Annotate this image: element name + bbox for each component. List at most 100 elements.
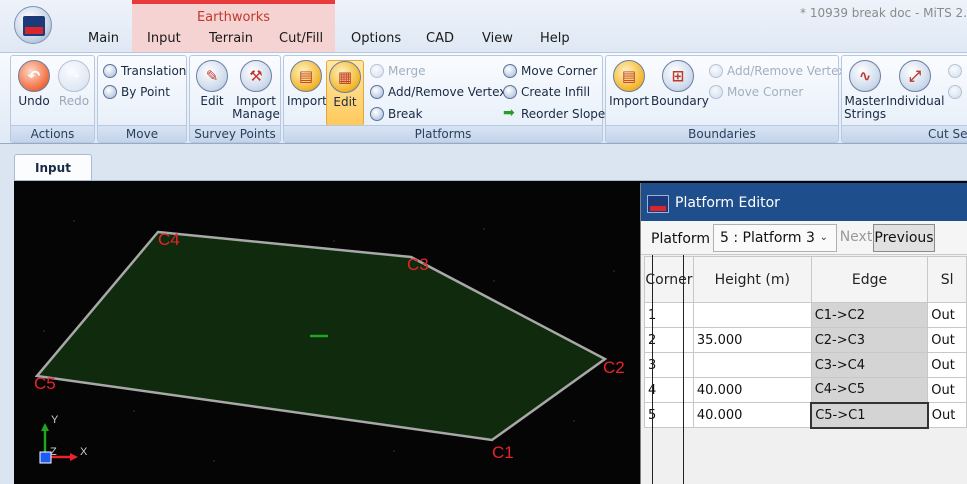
edge-cell[interactable]: C3->C4 bbox=[810, 352, 929, 378]
create-infill-button[interactable]: Create Infill bbox=[501, 83, 590, 101]
boundary-move-corner-icon bbox=[709, 85, 723, 99]
merge-button[interactable]: Merge bbox=[368, 62, 425, 80]
reorder-slope-label: Reorder Slope bbox=[521, 107, 606, 121]
platform-edit-icon: ▦ bbox=[329, 61, 361, 93]
axis-label-x: X bbox=[80, 446, 88, 458]
platform-editor-title-bar[interactable]: Platform Editor bbox=[641, 183, 967, 221]
break-icon bbox=[370, 107, 384, 121]
slope-cell[interactable]: Out bbox=[927, 352, 967, 378]
master-strings-label-1: Master bbox=[844, 94, 886, 108]
group-survey-points: ✎ Edit ⚒ Import Manage Survey Points bbox=[189, 55, 281, 143]
height-cell[interactable] bbox=[692, 352, 812, 378]
boundary-import-button[interactable]: ▤ Import bbox=[608, 60, 650, 108]
height-cell[interactable]: 35.000 bbox=[692, 327, 812, 353]
platform-move-corner-label: Move Corner bbox=[521, 64, 598, 78]
table-row: 2 35.000 C2->C3 Out bbox=[644, 327, 967, 353]
break-label: Break bbox=[388, 107, 423, 121]
tab-input[interactable]: Input bbox=[147, 31, 181, 46]
platform-move-corner-button[interactable]: Move Corner bbox=[501, 62, 597, 80]
platform-editor-window: Platform Editor Platform 5 : Platform 3 … bbox=[640, 183, 967, 484]
boundary-add-remove-vertex-label: Add/Remove Vertex bbox=[727, 64, 846, 78]
axis-label-z: Z bbox=[50, 446, 57, 458]
tab-cut-fill[interactable]: Cut/Fill bbox=[279, 31, 323, 46]
boundary-button[interactable]: ⊞ Boundary bbox=[651, 60, 709, 108]
corner-label-c4: C4 bbox=[158, 230, 180, 249]
tab-cad[interactable]: CAD bbox=[426, 31, 454, 46]
edge-cell[interactable]: C1->C2 bbox=[810, 302, 929, 328]
undo-button[interactable]: ↶ Undo bbox=[15, 60, 53, 108]
group-actions: ↶ Undo ↷ Redo Actions bbox=[10, 55, 95, 143]
survey-edit-icon: ✎ bbox=[196, 60, 228, 92]
platform-editor-app-icon bbox=[647, 195, 669, 213]
edge-cell[interactable]: C2->C3 bbox=[810, 327, 929, 353]
survey-edit-label: Edit bbox=[200, 94, 224, 108]
by-point-button[interactable]: By Point bbox=[101, 83, 170, 101]
add-remove-vertex-icon bbox=[370, 85, 384, 99]
previous-button[interactable]: Previous bbox=[873, 224, 935, 252]
table-row: 4 40.000 C4->C5 Out bbox=[644, 377, 967, 403]
platform-import-button[interactable]: ▤ Import bbox=[287, 60, 327, 108]
boundary-icon: ⊞ bbox=[662, 60, 694, 92]
create-infill-label: Create Infill bbox=[521, 85, 591, 99]
slope-cell[interactable]: Out bbox=[927, 402, 967, 428]
import-manage-label-2: Manage bbox=[232, 107, 280, 121]
group-boundaries: ▤ Import ⊞ Boundary Add/Remove Vertex Mo… bbox=[605, 55, 845, 143]
document-tab-input[interactable]: Input bbox=[14, 154, 92, 180]
column-header-edge[interactable]: Edge bbox=[810, 256, 929, 303]
mits-logo-stripe bbox=[25, 27, 43, 34]
slope-cell[interactable]: Out bbox=[927, 327, 967, 353]
height-cell[interactable]: 40.000 bbox=[692, 402, 812, 428]
boundary-move-corner-label: Move Corner bbox=[727, 85, 804, 99]
master-strings-button[interactable]: ∿ Master Strings bbox=[844, 60, 886, 121]
by-point-label: By Point bbox=[121, 85, 170, 99]
boundary-move-corner-button[interactable]: Move Corner bbox=[707, 83, 803, 101]
edge-cell-selected[interactable]: C5->C1 bbox=[810, 401, 929, 429]
height-cell[interactable]: 40.000 bbox=[692, 377, 812, 403]
tab-main[interactable]: Main bbox=[88, 31, 119, 46]
break-button[interactable]: Break bbox=[368, 105, 423, 123]
next-button[interactable]: Next bbox=[839, 224, 873, 252]
tab-help[interactable]: Help bbox=[540, 31, 570, 46]
slope-cell[interactable]: Out bbox=[927, 377, 967, 403]
platform-edit-label: Edit bbox=[333, 95, 357, 109]
slope-cell[interactable]: Out bbox=[927, 302, 967, 328]
merge-icon bbox=[370, 64, 384, 78]
axis-label-y: Y bbox=[51, 414, 59, 426]
platform-add-remove-vertex-label: Add/Remove Vertex bbox=[388, 85, 507, 99]
column-header-height[interactable]: Height (m) bbox=[692, 256, 812, 303]
translation-button[interactable]: Translation bbox=[101, 62, 186, 80]
group-label-platforms: Platforms bbox=[284, 125, 602, 142]
group-label-boundaries: Boundaries bbox=[606, 125, 838, 142]
cut-option-button-1[interactable] bbox=[946, 62, 966, 80]
app-menu-button[interactable] bbox=[14, 6, 52, 44]
platform-select[interactable]: 5 : Platform 3 ⌄ bbox=[713, 224, 837, 252]
cut-option-button-2[interactable] bbox=[946, 83, 966, 101]
column-header-slope[interactable]: Sl bbox=[927, 256, 967, 303]
master-strings-icon: ∿ bbox=[849, 60, 881, 92]
platform-add-remove-vertex-button[interactable]: Add/Remove Vertex bbox=[368, 83, 506, 101]
tab-options[interactable]: Options bbox=[351, 31, 401, 46]
tab-view[interactable]: View bbox=[482, 31, 513, 46]
platform-edit-button[interactable]: ▦ Edit bbox=[326, 60, 364, 126]
import-manage-button[interactable]: ⚒ Import Manage bbox=[232, 60, 280, 121]
group-label-cut-sections: Cut Sec bbox=[842, 125, 967, 142]
survey-edit-button[interactable]: ✎ Edit bbox=[194, 60, 230, 108]
platform-select-value: 5 : Platform 3 bbox=[720, 230, 815, 246]
table-header-row: Corner Height (m) Edge Sl bbox=[644, 256, 967, 303]
translation-icon bbox=[103, 64, 117, 78]
tab-terrain[interactable]: Terrain bbox=[209, 31, 253, 46]
redo-button[interactable]: ↷ Redo bbox=[55, 60, 93, 108]
chevron-down-icon: ⌄ bbox=[819, 232, 828, 243]
boundary-vertex-icon bbox=[709, 64, 723, 78]
undo-icon: ↶ bbox=[18, 60, 50, 92]
boundary-label: Boundary bbox=[651, 94, 709, 108]
edge-cell[interactable]: C4->C5 bbox=[810, 377, 929, 403]
platform-editor-title: Platform Editor bbox=[675, 195, 780, 211]
height-cell[interactable] bbox=[692, 302, 812, 328]
boundary-add-remove-vertex-button[interactable]: Add/Remove Vertex bbox=[707, 62, 845, 80]
grid-divider-line bbox=[683, 255, 684, 484]
individual-button[interactable]: ⤢ Individual bbox=[886, 60, 944, 108]
reorder-slope-button[interactable]: ➡ Reorder Slope bbox=[501, 105, 605, 123]
window-title: * 10939 break doc - MiTS 2.4.49 bbox=[800, 6, 967, 20]
title-bar: Earthworks * 10939 break doc - MiTS 2.4.… bbox=[0, 0, 967, 52]
